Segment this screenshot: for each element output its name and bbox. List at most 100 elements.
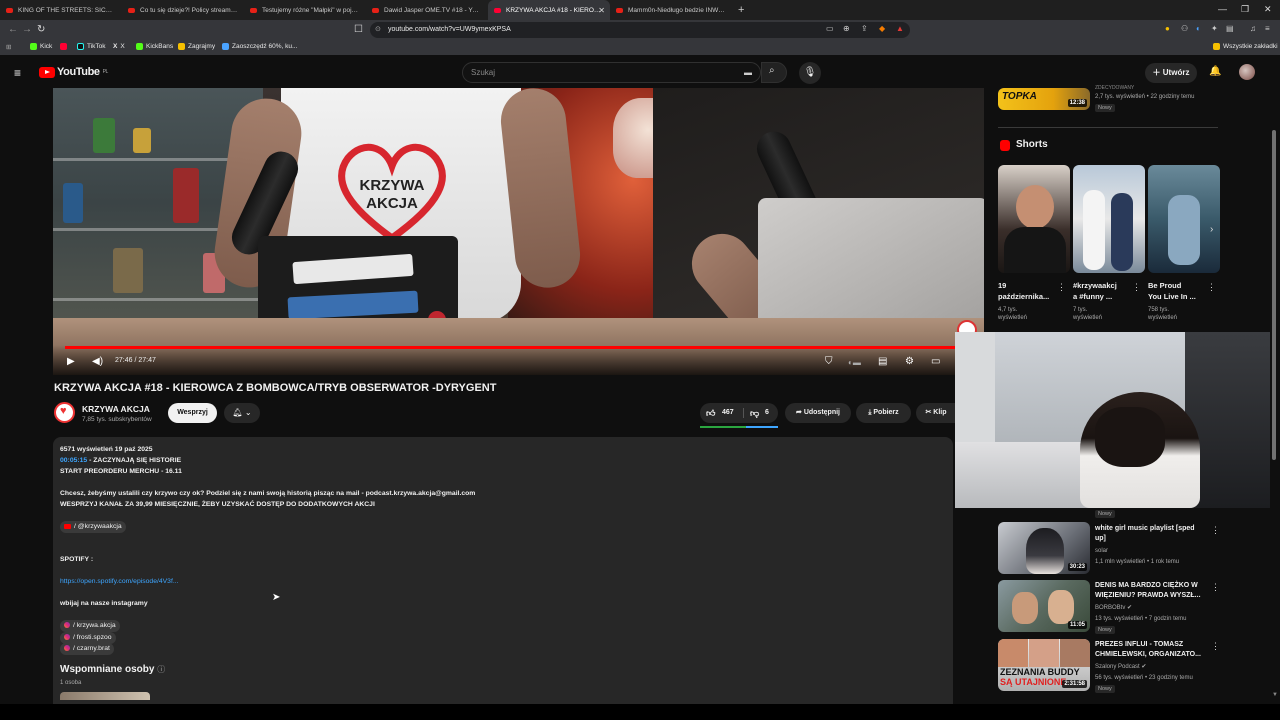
short-title[interactable]: 19 października... xyxy=(998,280,1049,302)
bookmark-item[interactable]: Zagrajmy xyxy=(178,43,215,50)
bookmark-item[interactable]: TikTok xyxy=(77,43,106,50)
more-options-icon[interactable]: ⋮ xyxy=(1207,282,1216,293)
back-icon[interactable]: ← xyxy=(8,24,18,35)
extension-icon[interactable]: ● xyxy=(1165,24,1170,33)
chevron-right-icon[interactable]: › xyxy=(1210,224,1213,235)
more-options-icon[interactable]: ⋮ xyxy=(1211,641,1220,652)
browser-tab[interactable]: KING OF THE STREETS: SICKO MODE xyxy=(0,0,122,20)
channel-name[interactable]: KRZYWA AKCJA xyxy=(82,404,150,414)
thumbs-up-icon[interactable]: 👍︎ xyxy=(706,403,715,423)
extension-icon[interactable]: ⚇ xyxy=(1181,24,1188,33)
instagram-link[interactable]: / czarny.brat xyxy=(60,643,114,655)
bookmark-item[interactable]: XX xyxy=(113,43,125,50)
bookmark-item[interactable]: Zaoszczędź 60%, ku... xyxy=(222,43,297,50)
browser-tab[interactable]: Co tu się dzieje?! Policy streamerzy - xyxy=(122,0,244,20)
dislike-count[interactable]: 6 xyxy=(765,403,769,423)
spotify-link[interactable]: https://open.spotify.com/episode/4V3f... xyxy=(60,578,179,585)
extension-icon[interactable]: ◐ xyxy=(1196,24,1201,33)
new-tab-button[interactable]: + xyxy=(738,4,744,16)
channel-avatar[interactable] xyxy=(54,402,75,423)
site-info-icon[interactable]: ⊙ xyxy=(375,22,381,38)
subscription-bell-button[interactable]: 🔔︎ ⌄ xyxy=(224,403,260,423)
short-thumbnail[interactable] xyxy=(998,165,1070,273)
video-thumbnail[interactable]: 11:05 xyxy=(998,580,1090,632)
video-player[interactable]: KRZYWA AKCJA xyxy=(53,88,984,375)
search-input[interactable]: Szukaj ▬ xyxy=(462,62,761,83)
mentioned-person-card[interactable] xyxy=(60,692,150,700)
more-options-icon[interactable]: ⋮ xyxy=(1132,282,1141,293)
media-icon[interactable]: ♫ xyxy=(1250,24,1256,33)
page-scrollbar[interactable] xyxy=(1272,130,1276,460)
like-count[interactable]: 467 xyxy=(722,403,734,423)
browser-tab[interactable]: Mamm0n-Niedługo bedzie INWIGIL... xyxy=(610,0,732,20)
theater-mode-icon[interactable]: ▭ xyxy=(931,356,940,367)
play-icon[interactable]: ▶ xyxy=(67,356,75,367)
more-options-icon[interactable]: ⋮ xyxy=(1211,582,1220,593)
reload-icon[interactable]: ↻ xyxy=(37,24,45,35)
subtitles-icon[interactable]: ▤ xyxy=(878,356,887,367)
short-title[interactable]: Be Proud You Live In ... xyxy=(1148,280,1196,302)
bookmark-item[interactable]: KickBans xyxy=(136,43,173,50)
progress-bar[interactable] xyxy=(65,346,973,349)
youtube-logo[interactable]: YouTube PL xyxy=(39,66,108,78)
bookmark-item[interactable]: Kick xyxy=(30,43,52,50)
minimize-icon[interactable]: — xyxy=(1218,4,1227,14)
video-title[interactable]: PREZES INFLUI - TOMASZ CHMIELEWSKI, ORGAN… xyxy=(1095,640,1201,660)
video-title[interactable]: DENIS MA BARDZO CIĘŻKO W WIĘZIENIU? PRAWD… xyxy=(1095,581,1201,601)
support-button[interactable]: Wesprzyj xyxy=(168,403,217,423)
sponsor-shield-icon[interactable]: ⛉ xyxy=(825,356,833,367)
share-button[interactable]: ➦ Udostępnij xyxy=(785,403,851,423)
keyboard-icon[interactable]: ▬ xyxy=(744,63,752,82)
brave-rewards-icon[interactable]: ▲ xyxy=(896,24,904,33)
instagram-link[interactable]: / krzywa.akcja xyxy=(60,620,120,632)
zoom-icon[interactable]: ⊕ xyxy=(843,24,850,33)
short-thumbnail[interactable] xyxy=(1073,165,1145,273)
clip-button[interactable]: ✂ Klip xyxy=(916,403,956,423)
create-button[interactable]: ＋ Utwórz xyxy=(1145,63,1197,83)
video-title[interactable]: white girl music playlist [sped up] xyxy=(1095,524,1195,544)
short-thumbnail[interactable] xyxy=(1148,165,1220,273)
hamburger-menu-icon[interactable]: ≡ xyxy=(14,66,21,80)
video-thumbnail[interactable]: 30:23 xyxy=(998,522,1090,574)
bookmark-icon[interactable]: ☐ xyxy=(354,24,363,35)
info-icon[interactable]: ⓘ xyxy=(157,665,165,674)
search-button[interactable]: ⌕ xyxy=(761,62,787,83)
all-bookmarks[interactable]: Wszystkie zakładki xyxy=(1213,43,1278,50)
browser-tab-active[interactable]: KRZYWA AKCJA #18 - KIEROWC ✕ xyxy=(488,0,610,20)
forward-icon[interactable]: → xyxy=(22,24,32,35)
close-window-icon[interactable]: ✕ xyxy=(1264,4,1272,15)
share-icon[interactable]: ⇪ xyxy=(861,24,868,33)
account-avatar[interactable] xyxy=(1239,64,1255,80)
voice-search-button[interactable]: 🎙 xyxy=(799,62,821,84)
volume-icon[interactable]: ◀) xyxy=(92,356,103,367)
apps-grid-icon[interactable]: ⊞ xyxy=(6,43,11,51)
kick-icon xyxy=(30,43,37,50)
menu-icon[interactable]: ≡ xyxy=(1265,24,1270,33)
youtube-handle-link[interactable]: / @krzywaakcja xyxy=(60,521,126,533)
channel-name[interactable]: Szalony Podcast ✔ xyxy=(1095,663,1146,672)
autoplay-toggle[interactable]: ◐▬ xyxy=(848,358,861,367)
scroll-down-icon[interactable]: ▼ xyxy=(1272,692,1278,698)
settings-gear-icon[interactable]: ⚙ xyxy=(905,356,914,367)
channel-name[interactable]: solar xyxy=(1095,547,1108,556)
sidebar-icon[interactable]: ▤ xyxy=(1226,24,1234,33)
close-tab-icon[interactable]: ✕ xyxy=(598,6,605,15)
browser-tab[interactable]: Dawid Jasper OME.TV #18 - YouTube xyxy=(366,0,488,20)
video-thumbnail[interactable]: TOPKA 12:38 xyxy=(998,88,1090,110)
timestamp-link[interactable]: 00:05:15 xyxy=(60,457,87,464)
video-thumbnail[interactable]: ZEZNANIA BUDDY SĄ UTAJNIONE 2:31:58 xyxy=(998,639,1090,691)
browser-tab[interactable]: Testujemy różne "Małpki" w pojedy... xyxy=(244,0,366,20)
more-options-icon[interactable]: ⋮ xyxy=(1211,525,1220,536)
description-box[interactable] xyxy=(53,437,953,712)
download-button[interactable]: ⤓ Pobierz xyxy=(856,403,911,423)
cast-icon[interactable]: ▭ xyxy=(826,24,834,33)
bookmark-item[interactable] xyxy=(60,43,67,50)
more-options-icon[interactable]: ⋮ xyxy=(1057,282,1066,293)
extension-icon[interactable]: ✦ xyxy=(1211,24,1218,33)
maximize-icon[interactable]: ❐ xyxy=(1241,4,1249,15)
thumbs-down-icon[interactable]: 👎︎ xyxy=(750,403,759,423)
brave-shield-icon[interactable]: ◆ xyxy=(879,24,885,33)
channel-name[interactable]: BORBOBtv ✔ xyxy=(1095,604,1132,613)
notifications-bell-icon[interactable]: 🔔 xyxy=(1209,66,1221,77)
short-title[interactable]: #krzywaakcj a #funny ... xyxy=(1073,280,1117,302)
